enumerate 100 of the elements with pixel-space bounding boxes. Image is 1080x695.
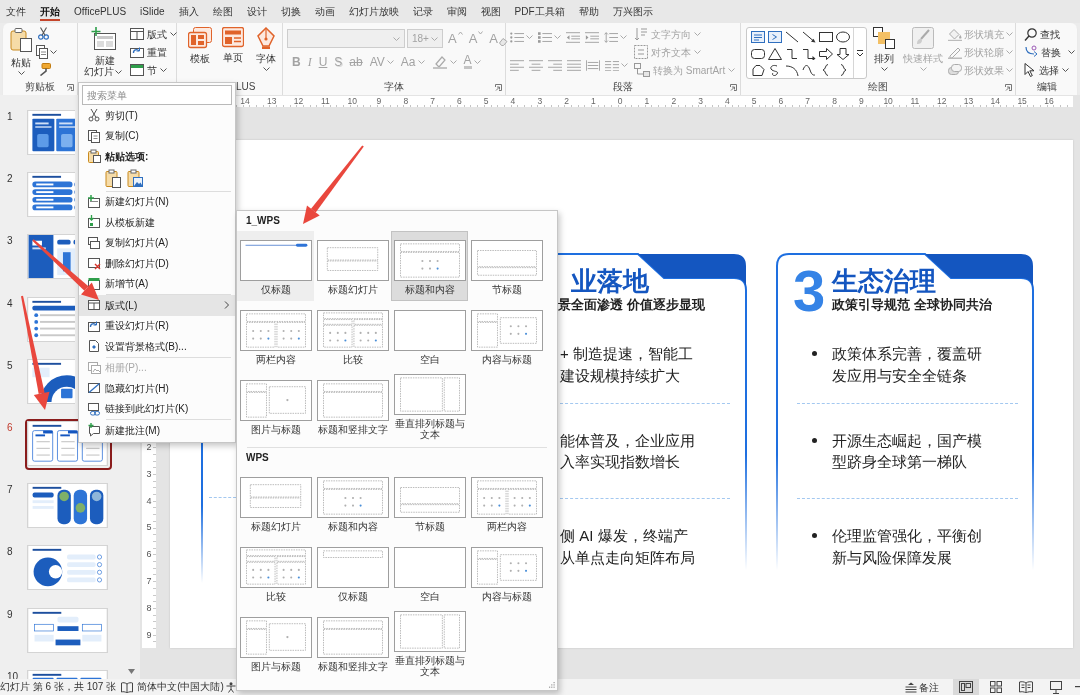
ribbon-tab[interactable]: PDF工具箱: [514, 2, 565, 21]
slide-number: 10: [7, 670, 19, 679]
layout-option[interactable]: 空白: [391, 538, 468, 608]
layout-option[interactable]: 图片与标题: [237, 371, 314, 441]
ribbon-tab[interactable]: OfficePLUS: [74, 2, 127, 21]
elbow-arrow-icon[interactable]: [801, 47, 816, 60]
layout-option[interactable]: 图片与标题: [237, 608, 314, 678]
scroll-down-icon[interactable]: [127, 669, 135, 674]
minus-icon[interactable]: [1075, 686, 1080, 688]
menu-item[interactable]: 复制(C): [79, 125, 235, 146]
menu-item[interactable]: 设置背景格式(B)...: [79, 336, 235, 357]
normal-view-button[interactable]: [953, 679, 979, 695]
paste-button[interactable]: 粘贴: [7, 25, 35, 75]
layout-option[interactable]: 两栏内容: [468, 468, 545, 538]
rounded-rectangle-icon[interactable]: [750, 47, 765, 60]
slide-number: 7: [7, 484, 13, 496]
layout-option[interactable]: 两栏内容: [237, 301, 314, 371]
corner-arrow-icon[interactable]: [730, 83, 737, 91]
menu-item[interactable]: 新建批注(M): [79, 420, 235, 441]
resize-grip-icon[interactable]: [549, 682, 555, 688]
menu-item[interactable]: 复制幻灯片(A): [79, 232, 235, 253]
menu-item[interactable]: 版式(L): [79, 295, 235, 316]
layout-option[interactable]: 垂直排列标题与文本: [391, 608, 468, 678]
menu-item[interactable]: 链接到此幻灯片(K): [79, 398, 235, 419]
layout-option[interactable]: 节标题: [391, 468, 468, 538]
search-field[interactable]: 搜索菜单: [82, 85, 232, 105]
menu-item[interactable]: 重设幻灯片(R): [79, 315, 235, 336]
ribbon-tab[interactable]: 视图: [480, 2, 501, 21]
ribbon-tab[interactable]: 绘图: [212, 2, 233, 21]
ribbon-tab[interactable]: 审阅: [446, 2, 467, 21]
section-button[interactable]: 节: [128, 61, 179, 79]
corner-arrow-icon[interactable]: [67, 83, 74, 91]
ribbon-tab[interactable]: 切换: [280, 2, 301, 21]
arrow-line-icon[interactable]: [801, 31, 816, 44]
layout-option[interactable]: 标题幻灯片: [314, 231, 391, 301]
clipboard-page-icon[interactable]: [105, 169, 121, 188]
align-text-icon: [634, 45, 648, 59]
layout-option[interactable]: 内容与标题: [468, 301, 545, 371]
rectangle-icon[interactable]: [818, 31, 833, 44]
layout-option[interactable]: 比较: [314, 301, 391, 371]
menu-item[interactable]: 新建幻灯片(N): [79, 191, 235, 212]
copy-button[interactable]: [36, 43, 57, 61]
elbow-connector-icon[interactable]: [784, 47, 799, 60]
layout-option[interactable]: 标题和竖排文字: [314, 371, 391, 441]
ribbon-tab[interactable]: 幻灯片放映: [348, 2, 399, 21]
ribbon-tab[interactable]: 记录: [412, 2, 433, 21]
layout-option[interactable]: 节标题: [468, 231, 545, 301]
arrange-button[interactable]: 排列: [868, 25, 901, 71]
ribbon-tab[interactable]: 文件: [6, 2, 26, 21]
select-button[interactable]: 选择: [1022, 61, 1077, 79]
oval-icon[interactable]: [835, 31, 850, 44]
line-icon[interactable]: [784, 31, 799, 44]
ribbon-tab[interactable]: 插入: [178, 2, 199, 21]
layout-option[interactable]: 空白: [391, 301, 468, 371]
arc-icon[interactable]: [784, 64, 799, 77]
down-arrow-icon[interactable]: [835, 47, 850, 60]
new-slide-button[interactable]: 新建幻灯片: [82, 25, 126, 77]
scissors-icon[interactable]: [38, 27, 49, 40]
layout-option[interactable]: 标题和内容: [314, 468, 391, 538]
find-button[interactable]: 查找: [1022, 25, 1077, 43]
right-arrow-icon[interactable]: [818, 47, 833, 60]
menu-item[interactable]: 剪切(T): [79, 105, 235, 126]
vertical-text-box-icon[interactable]: [767, 31, 782, 44]
layout-button[interactable]: 版式: [128, 25, 179, 43]
curve-icon[interactable]: [801, 64, 816, 77]
template-button[interactable]: 模板: [184, 25, 216, 64]
layout-option[interactable]: 仅标题: [314, 538, 391, 608]
corner-arrow-icon[interactable]: [495, 83, 502, 91]
ribbon-tab[interactable]: iSlide: [140, 2, 165, 21]
language-label[interactable]: 简体中文(中国大陆): [137, 681, 224, 693]
layout-option[interactable]: 标题幻灯片: [237, 468, 314, 538]
slide-plus-icon: [91, 27, 117, 51]
ribbon-tab[interactable]: 开始: [40, 2, 60, 21]
layout-option[interactable]: 仅标题: [237, 231, 314, 301]
menu-item[interactable]: 隐藏幻灯片(H): [79, 378, 235, 399]
layout-option[interactable]: 标题和竖排文字: [314, 608, 391, 678]
notes-button[interactable]: 备注: [903, 679, 941, 695]
triangle-icon[interactable]: [767, 47, 782, 60]
slide-number: 9: [7, 608, 13, 620]
corner-arrow-icon[interactable]: [1005, 83, 1012, 91]
replace-button[interactable]: 替换: [1022, 43, 1077, 61]
book-icon[interactable]: [121, 681, 134, 693]
ribbon-tab[interactable]: 帮助: [578, 2, 599, 21]
ribbon-tab[interactable]: 动画: [314, 2, 335, 21]
ribbon-tab[interactable]: 万兴图示: [612, 2, 653, 21]
reset-button[interactable]: 重置: [128, 43, 179, 61]
person-icon[interactable]: [225, 681, 236, 693]
ribbon-tab[interactable]: 设计: [246, 2, 267, 21]
menu-item[interactable]: 从模板新建: [79, 212, 235, 233]
layout-option[interactable]: 比较: [237, 538, 314, 608]
clipboard-picture-icon[interactable]: [127, 169, 143, 188]
layout-option[interactable]: 标题和内容: [391, 231, 468, 301]
text-box-icon[interactable]: [750, 31, 765, 44]
single-page-button[interactable]: 单页: [217, 25, 249, 63]
layout-option[interactable]: 内容与标题: [468, 538, 545, 608]
font-button[interactable]: 字体: [250, 25, 282, 71]
freeform-icon[interactable]: [750, 64, 765, 77]
menu-item[interactable]: 删除幻灯片(D): [79, 253, 235, 274]
layout-option[interactable]: 垂直排列标题与文本: [391, 371, 468, 441]
brush-icon[interactable]: [38, 63, 51, 76]
